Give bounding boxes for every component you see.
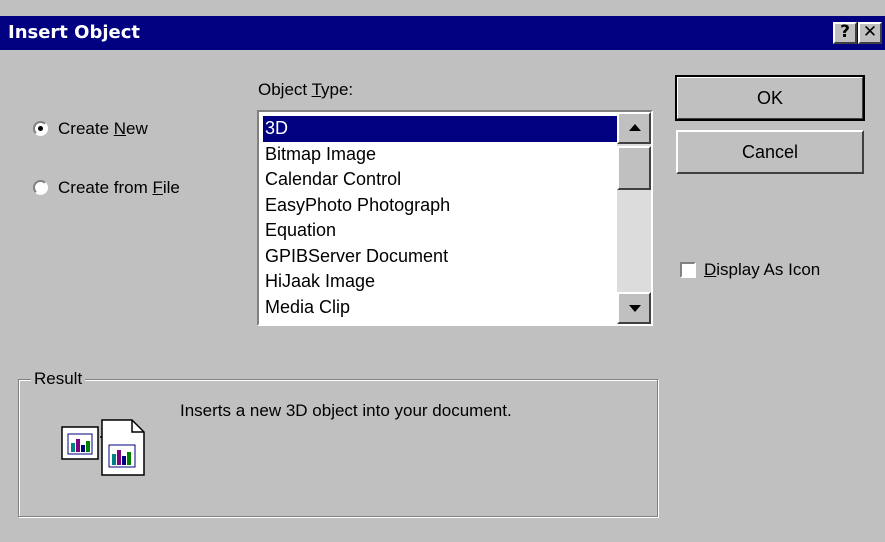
- close-button[interactable]: ✕: [858, 22, 882, 44]
- object-type-item-gpibserver-document[interactable]: GPIBServer Document: [263, 244, 619, 270]
- scroll-up-button[interactable]: [617, 112, 651, 144]
- create-new-label-key: N: [113, 119, 127, 138]
- create-new-radio[interactable]: [33, 121, 48, 136]
- scroll-thumb[interactable]: [617, 146, 651, 190]
- create-from-file-label-key: F: [152, 178, 163, 197]
- object-type-item-hijaak-image[interactable]: HiJaak Image: [263, 269, 619, 295]
- object-type-label-post: ype:: [321, 80, 354, 99]
- result-description: Inserts a new 3D object into your docume…: [180, 401, 512, 420]
- create-new-label[interactable]: Create New: [58, 119, 148, 139]
- create-from-file-radio[interactable]: [33, 180, 48, 195]
- object-type-item-media-clip[interactable]: Media Clip: [263, 295, 619, 321]
- insert-object-result-icon: [61, 419, 145, 476]
- cancel-button[interactable]: Cancel: [676, 130, 864, 174]
- dialog-title: Insert Object: [8, 22, 141, 43]
- object-type-item-equation[interactable]: Equation: [263, 218, 619, 244]
- object-type-label: Object Type:: [258, 80, 353, 100]
- object-type-item-easyphoto-photograph[interactable]: EasyPhoto Photograph: [263, 193, 619, 219]
- scroll-down-arrow-icon: [629, 305, 641, 312]
- display-as-icon-label-post: isplay As Icon: [716, 260, 821, 279]
- object-type-item-bitmap-image[interactable]: Bitmap Image: [263, 142, 619, 168]
- object-type-label-pre: Object: [258, 80, 312, 99]
- object-type-list: 3D Bitmap Image Calendar Control EasyPho…: [263, 116, 619, 320]
- create-new-label-pre: Create: [58, 119, 114, 138]
- result-group-title: Result: [31, 369, 86, 389]
- object-type-item-calendar-control[interactable]: Calendar Control: [263, 167, 619, 193]
- create-from-file-label-pre: Create from: [58, 178, 153, 197]
- display-as-icon-label[interactable]: Display As Icon: [704, 260, 820, 280]
- scroll-up-arrow-icon: [629, 124, 641, 131]
- display-as-icon-checkbox[interactable]: [680, 262, 696, 278]
- create-from-file-label-post: ile: [162, 178, 180, 197]
- object-type-listbox[interactable]: 3D Bitmap Image Calendar Control EasyPho…: [257, 110, 653, 326]
- scroll-down-button[interactable]: [617, 292, 651, 324]
- display-as-icon-label-key: D: [704, 260, 717, 279]
- create-new-label-post: ew: [126, 119, 148, 138]
- title-bar[interactable]: Insert Object ? ✕: [0, 16, 885, 50]
- object-type-item-3d[interactable]: 3D: [263, 116, 619, 142]
- create-from-file-label[interactable]: Create from File: [58, 178, 180, 198]
- ok-button[interactable]: OK: [675, 75, 865, 121]
- object-type-label-key: T: [311, 80, 322, 99]
- help-button[interactable]: ?: [833, 22, 857, 44]
- object-type-scrollbar[interactable]: [617, 112, 651, 324]
- insert-object-dialog: Insert Object ? ✕ Create New Create from…: [0, 0, 885, 542]
